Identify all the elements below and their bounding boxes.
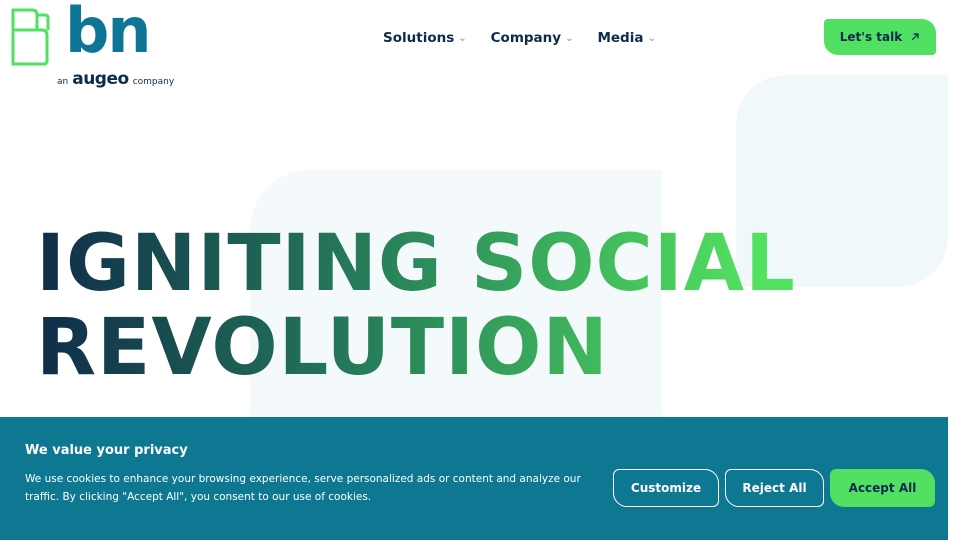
logo-tagline: an augeo company: [57, 69, 174, 89]
nav-item-label: Company: [490, 30, 562, 46]
lets-talk-label: Let's talk: [839, 30, 903, 44]
nav-item-label: Media: [597, 30, 644, 46]
logo-wordmark: bn: [65, 0, 152, 67]
logo[interactable]: bn an augeo company: [10, 0, 200, 92]
chevron-down-icon: ⌄: [565, 32, 574, 44]
arrow-up-right-icon: [911, 33, 919, 41]
logo-tag-prefix: an: [57, 77, 69, 87]
nav-item-media[interactable]: Media ⌄: [597, 30, 655, 46]
main-nav: Solutions ⌄ Company ⌄ Media ⌄: [383, 30, 656, 46]
chevron-down-icon: ⌄: [647, 32, 656, 44]
cookie-banner-text: We use cookies to enhance your browsing …: [25, 473, 581, 503]
hero-title-line2: REVOLUTION: [36, 303, 609, 393]
logo-tag-suffix: company: [132, 77, 175, 87]
nav-item-label: Solutions: [383, 30, 455, 46]
nav-item-solutions[interactable]: Solutions ⌄: [383, 30, 467, 46]
accept-all-button[interactable]: Accept All: [830, 469, 935, 507]
logo-mark-icon: [11, 8, 50, 66]
lets-talk-button[interactable]: Let's talk: [824, 19, 936, 55]
logo-tag-brand: augeo: [72, 69, 129, 89]
site-header: bn an augeo company Solutions ⌄ Company …: [0, 0, 960, 95]
hero-title: IGNITING SOCIAL REVOLUTION: [36, 222, 796, 390]
nav-item-company[interactable]: Company ⌄: [491, 30, 574, 46]
chevron-down-icon: ⌄: [458, 32, 467, 44]
cookie-banner-title: We value your privacy: [25, 443, 188, 458]
cookie-banner: We value your privacy We use cookies to …: [0, 417, 948, 540]
hero-title-line1: IGNITING SOCIAL: [36, 219, 796, 309]
customize-button[interactable]: Customize: [613, 469, 719, 507]
reject-all-button[interactable]: Reject All: [725, 469, 824, 507]
